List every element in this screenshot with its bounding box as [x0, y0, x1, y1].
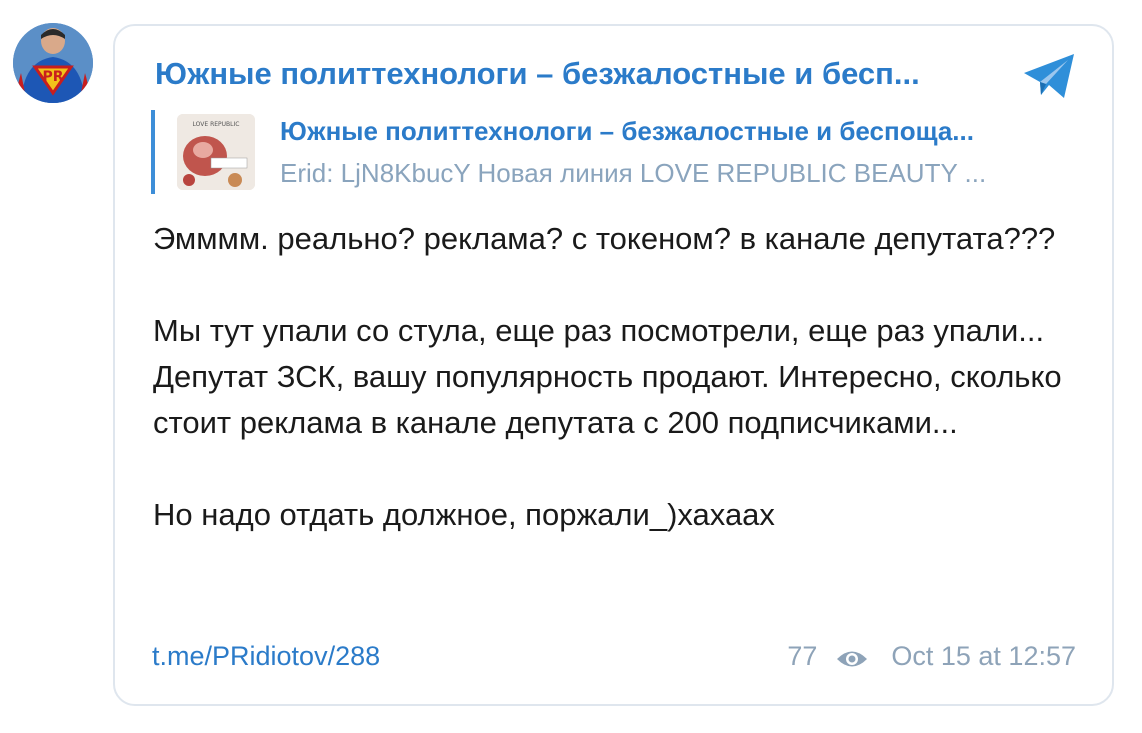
- message-bubble: Южные политтехнологи – безжалостные и бе…: [113, 24, 1114, 706]
- channel-avatar[interactable]: PR: [13, 23, 93, 103]
- quote-thumbnail: LOVE REPUBLIC: [177, 114, 255, 190]
- svg-text:LOVE REPUBLIC: LOVE REPUBLIC: [193, 121, 240, 128]
- eye-icon: [835, 646, 869, 668]
- superhero-avatar-image: PR: [13, 23, 93, 103]
- quote-title: Южные политтехнологи – безжалостные и бе…: [280, 116, 974, 146]
- svg-text:PR: PR: [42, 69, 63, 85]
- channel-title[interactable]: Южные политтехнологи – безжалостные и бе…: [155, 56, 965, 92]
- message-text: Эмммм. реально? реклама? с токеном? в ка…: [153, 216, 1083, 538]
- views-count: 77: [787, 641, 818, 671]
- post-meta: 77 Oct 15 at 12:57: [787, 641, 1076, 672]
- message-paragraph: Эмммм. реально? реклама? с токеном? в ка…: [153, 221, 1056, 256]
- post-link[interactable]: t.me/PRidiotov/288: [152, 641, 380, 672]
- message-paragraph: Мы тут упали со стула, еще раз посмотрел…: [153, 313, 1062, 440]
- telegram-share-icon[interactable]: [1022, 52, 1078, 100]
- message-paragraph: Но надо отдать должное, поржали_)хахаах: [153, 497, 775, 532]
- quote-text: Erid: LjN8KbucY Новая линия LOVE REPUBLI…: [280, 158, 987, 188]
- forwarded-quote[interactable]: LOVE REPUBLIC Южные политтехнологи – без…: [151, 110, 1080, 194]
- post-timestamp: Oct 15 at 12:57: [891, 641, 1076, 671]
